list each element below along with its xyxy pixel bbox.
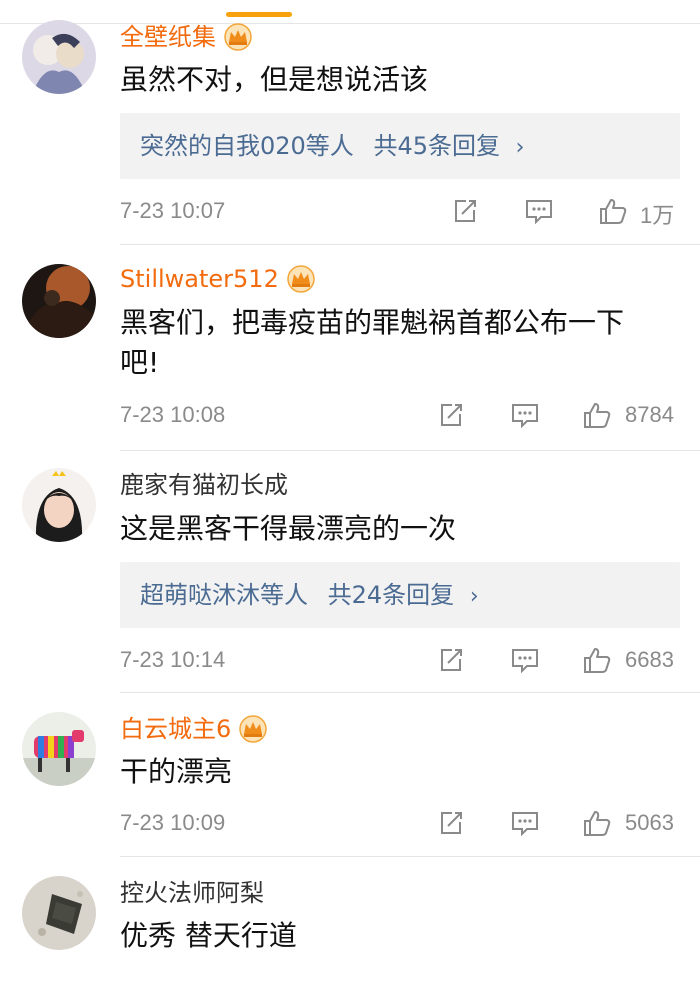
avatar[interactable] <box>22 712 96 786</box>
timestamp: 7-23 10:08 <box>120 402 226 427</box>
crown-icon <box>222 23 254 51</box>
like-count: 6683 <box>625 647 674 672</box>
username[interactable]: 全壁纸集 <box>120 22 254 52</box>
comment-meta: 7-23 10:09 5063 <box>120 808 680 840</box>
replies-count: 共24条回复 <box>327 581 455 609</box>
avatar[interactable] <box>22 20 96 94</box>
username-text[interactable]: Stillwater512 <box>120 264 279 294</box>
replies-link[interactable]: 突然的自我020等人 共45条回复 › <box>120 113 680 179</box>
comment-text: 这是黑客干得最漂亮的一次 <box>120 512 457 545</box>
comment-icon[interactable] <box>524 196 554 226</box>
username-text[interactable]: 全壁纸集 <box>120 22 216 52</box>
chevron-right-icon: › <box>469 584 479 609</box>
like-count: 1万 <box>640 203 675 228</box>
top-strip <box>0 0 700 24</box>
share-icon[interactable] <box>450 196 480 226</box>
comment-meta: 7-23 10:08 8784 <box>120 400 680 432</box>
crown-icon <box>237 715 269 743</box>
replies-link[interactable]: 超萌哒沐沐等人 共24条回复 › <box>120 562 680 628</box>
crown-icon <box>285 265 317 293</box>
like-count: 8784 <box>625 402 674 427</box>
share-icon[interactable] <box>436 400 466 430</box>
comment-meta: 7-23 10:07 1万 <box>120 196 680 228</box>
share-icon[interactable] <box>436 645 466 675</box>
chevron-right-icon: › <box>515 135 525 160</box>
avatar[interactable] <box>22 468 96 542</box>
username[interactable]: 白云城主6 <box>120 714 269 744</box>
timestamp: 7-23 10:07 <box>120 198 226 223</box>
replies-count: 共45条回复 <box>373 132 500 160</box>
comment-meta: 7-23 10:14 6683 <box>120 645 680 677</box>
username[interactable]: 鹿家有猫初长成 <box>120 470 288 500</box>
username-text[interactable]: 控火法师阿梨 <box>120 878 264 908</box>
comment-text: 虽然不对，但是想说活该 <box>120 63 429 96</box>
username-text[interactable]: 白云城主6 <box>120 714 231 744</box>
thumbs-up-icon[interactable] <box>582 808 612 838</box>
username-text[interactable]: 鹿家有猫初长成 <box>120 470 288 500</box>
divider <box>120 856 700 857</box>
replies-users: 超萌哒沐沐等人 <box>140 581 308 609</box>
comment-text: 优秀 替天行道 <box>120 919 297 952</box>
replies-users: 突然的自我020等人 <box>140 132 354 160</box>
share-icon[interactable] <box>436 808 466 838</box>
divider <box>120 692 700 693</box>
like-count: 5063 <box>625 810 674 835</box>
avatar[interactable] <box>22 876 96 950</box>
timestamp: 7-23 10:14 <box>120 647 226 672</box>
username[interactable]: Stillwater512 <box>120 264 317 294</box>
thumbs-up-icon[interactable] <box>582 645 612 675</box>
divider <box>120 244 700 245</box>
comment-text: 干的漂亮 <box>120 755 233 788</box>
divider <box>120 450 700 451</box>
comment-text: 黑客们，把毒疫苗的罪魁祸首都公布一下吧! <box>120 306 625 379</box>
comment-icon[interactable] <box>510 808 540 838</box>
comment-icon[interactable] <box>510 645 540 675</box>
timestamp: 7-23 10:09 <box>120 810 226 835</box>
avatar[interactable] <box>22 264 96 338</box>
thumbs-up-icon[interactable] <box>582 400 612 430</box>
thumbs-up-icon[interactable] <box>598 196 628 226</box>
username[interactable]: 控火法师阿梨 <box>120 878 264 908</box>
tab-indicator <box>226 12 292 17</box>
comment-icon[interactable] <box>510 400 540 430</box>
